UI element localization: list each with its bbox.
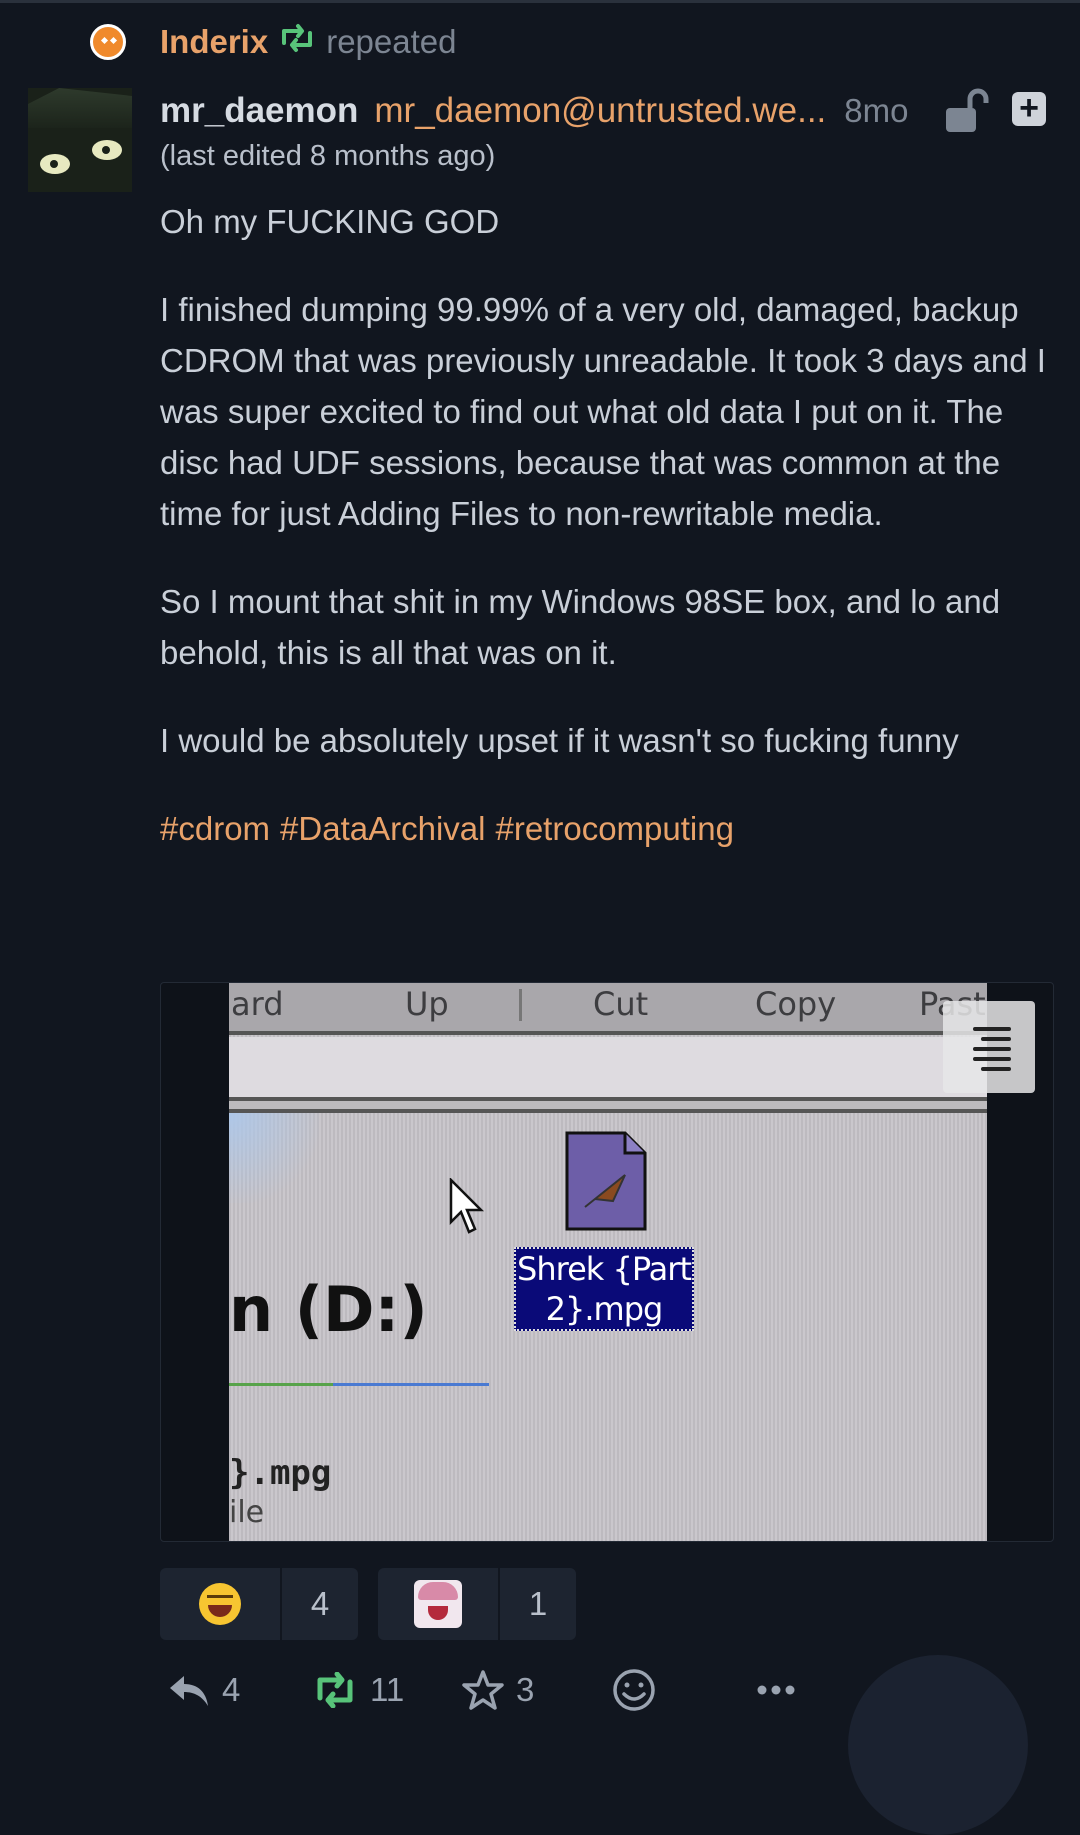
author-row: mr_daemon mr_daemon@untrusted.we... 8mo … xyxy=(160,86,1060,136)
reply-icon xyxy=(170,1676,208,1706)
media-menu-icon[interactable] xyxy=(943,1001,1035,1093)
smiley-icon xyxy=(613,1669,655,1711)
star-icon xyxy=(462,1670,504,1710)
explorer-address-bar xyxy=(229,1037,987,1101)
toolbar-label: Cut xyxy=(593,985,649,1023)
explorer-toolbar: ard Up Cut Copy Past xyxy=(229,983,987,1035)
reply-count: 4 xyxy=(222,1671,241,1708)
hashtag-link[interactable]: #retrocomputing xyxy=(495,810,733,847)
expand-button[interactable]: + xyxy=(1012,91,1046,126)
post-paragraph: I would be absolutely upset if it wasn't… xyxy=(160,722,959,759)
post-paragraph: Oh my FUCKING GOD xyxy=(160,203,500,240)
top-divider xyxy=(0,0,1080,3)
laughing-emoji-icon xyxy=(199,1583,241,1625)
repeater-name[interactable]: Inderix xyxy=(160,23,268,61)
favourite-count: 3 xyxy=(516,1671,535,1708)
file-type-detail: ile xyxy=(229,1495,265,1530)
boost-count: 11 xyxy=(370,1671,405,1708)
reaction-count: 4 xyxy=(310,1585,330,1622)
boost-button[interactable]: 11 xyxy=(312,1660,404,1720)
post-paragraph: So I mount that shit in my Windows 98SE … xyxy=(160,583,1001,671)
file-label: Shrek {Part 2}.mpg xyxy=(514,1247,694,1331)
mouse-cursor-icon xyxy=(449,1178,485,1234)
boost-icon xyxy=(317,1672,353,1708)
more-icon xyxy=(757,1685,795,1695)
screenshot-image: ard Up Cut Copy Past Shrek {Part 2}.mpg … xyxy=(229,983,987,1541)
compose-fab[interactable] xyxy=(848,1655,1028,1835)
reaction-custom[interactable]: 1 xyxy=(378,1568,576,1640)
unlock-icon xyxy=(944,88,990,134)
author-handle[interactable]: mr_daemon@untrusted.we... xyxy=(374,91,826,131)
favourite-button[interactable]: 3 xyxy=(462,1660,534,1720)
add-reaction-button[interactable] xyxy=(612,1660,656,1720)
file-name-detail: }.mpg xyxy=(229,1453,332,1493)
more-button[interactable] xyxy=(756,1660,796,1720)
mpg-file-icon xyxy=(565,1131,647,1231)
reaction-count: 1 xyxy=(528,1585,548,1622)
author-display-name[interactable]: mr_daemon xyxy=(160,91,358,131)
toolbar-label: ard xyxy=(231,985,284,1023)
reaction-laughing[interactable]: 4 xyxy=(160,1568,358,1640)
author-avatar[interactable] xyxy=(28,88,132,192)
toolbar-label: Up xyxy=(405,985,449,1023)
hashtag-link[interactable]: #DataArchival xyxy=(280,810,485,847)
post-time[interactable]: 8mo xyxy=(844,92,908,130)
repeat-label: repeated xyxy=(326,23,457,60)
hashtag-link[interactable]: #cdrom xyxy=(160,810,270,847)
post-content: Oh my FUCKING GOD I finished dumping 99.… xyxy=(160,196,1060,891)
reply-button[interactable]: 4 xyxy=(168,1660,240,1720)
repeat-icon xyxy=(278,23,316,61)
repeat-header: Inderix repeated xyxy=(90,18,456,66)
edited-note[interactable]: (last edited 8 months ago) xyxy=(160,140,495,173)
anime-emoji-icon xyxy=(414,1580,462,1628)
drive-title: n (D:) xyxy=(229,1273,428,1346)
media-attachment[interactable]: ard Up Cut Copy Past Shrek {Part 2}.mpg … xyxy=(160,982,1054,1542)
repeater-avatar[interactable] xyxy=(90,24,126,60)
toolbar-label: Copy xyxy=(755,985,837,1023)
hashtags: #cdrom #DataArchival #retrocomputing xyxy=(160,803,1060,854)
post-paragraph: I finished dumping 99.99% of a very old,… xyxy=(160,291,1046,532)
